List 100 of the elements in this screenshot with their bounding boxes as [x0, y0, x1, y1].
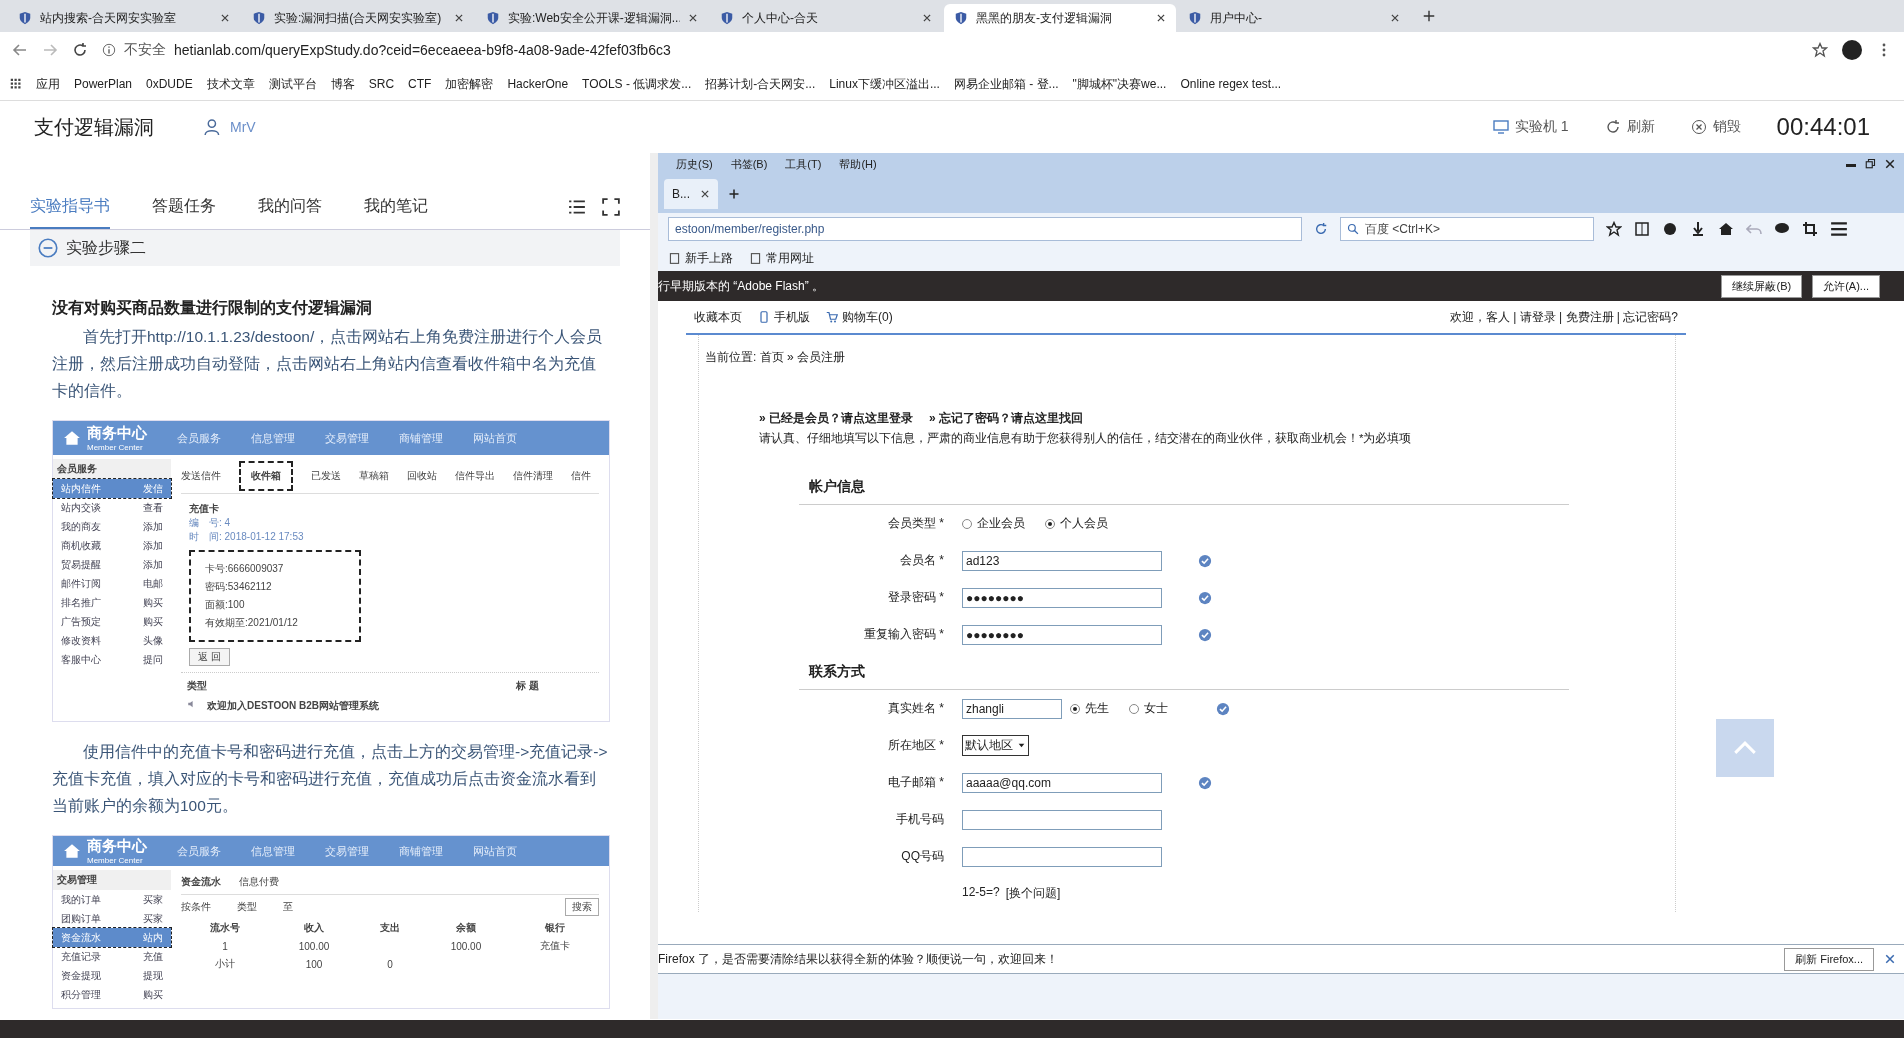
bookmark-item[interactable]: CTF	[408, 77, 432, 91]
step-title[interactable]: 实验步骤二	[66, 237, 146, 259]
browser-tab[interactable]: 个人中心-合天	[710, 4, 942, 32]
guide-tab[interactable]: 答题任务	[152, 185, 216, 229]
input-field[interactable]: zhangli	[962, 698, 1062, 719]
sidebar-item[interactable]: 排名推广 购买	[53, 593, 171, 612]
bookmark-item[interactable]: 技术文章	[206, 75, 255, 93]
sidebar-item[interactable]: 积分管理 购买	[53, 985, 171, 1004]
menu-item[interactable]: 书签(B)	[730, 156, 768, 172]
close-icon	[922, 13, 932, 23]
top-link[interactable]: 手机版	[758, 308, 810, 326]
field-label: 重复输入密码 *	[864, 627, 944, 641]
sidebar-item[interactable]: 资金提现 提现	[53, 966, 171, 985]
input-field[interactable]	[962, 809, 1162, 830]
refresh-firefox-button[interactable]: 刷新 Firefox...	[1784, 947, 1874, 971]
browser-tab[interactable]: 实验:Web安全公开课-逻辑漏洞...	[476, 4, 708, 32]
mail-tab[interactable]: 信件导出	[455, 469, 495, 483]
bookmark-item[interactable]: 常用网址	[749, 249, 814, 267]
menu-item[interactable]: 帮助(H)	[839, 156, 877, 172]
funds-tab[interactable]: 资金流水	[181, 875, 221, 889]
bookmark-item[interactable]: SRC	[368, 77, 395, 91]
sidebar-item[interactable]: 站内交谈 查看	[53, 498, 171, 517]
mail-tab[interactable]: 发送信件	[181, 469, 221, 483]
radio-label: 个人会员	[1060, 515, 1108, 532]
region-select[interactable]: 默认地区	[962, 735, 1029, 756]
bookmark-item[interactable]: 应用	[36, 75, 60, 93]
search-field[interactable]: 百度 <Ctrl+K>	[1340, 217, 1594, 241]
bookmark-item[interactable]: Online regex test...	[1180, 77, 1282, 91]
firefox-tab[interactable]: B...	[664, 179, 718, 209]
info-icon	[102, 43, 116, 57]
fullscreen-icon	[602, 198, 620, 216]
input-field[interactable]: aaaaa@qq.com	[962, 772, 1162, 793]
sidebar-item[interactable]: 邮件订阅 电邮	[53, 574, 171, 593]
back-button[interactable]: 返 回	[189, 648, 230, 666]
address-bar[interactable]: estoon/member/register.php	[668, 217, 1302, 241]
change-question-link[interactable]: [换个问题]	[1005, 885, 1061, 902]
reload-icon	[72, 42, 88, 58]
input-field[interactable]: ●●●●●●●●	[962, 624, 1162, 645]
bookmark-item[interactable]: HackerOne	[507, 77, 569, 91]
sidebar-item[interactable]: 充值记录 充值	[53, 947, 171, 966]
bookmark-item[interactable]: 网易企业邮箱 - 登...	[953, 75, 1059, 93]
mail-tab[interactable]: 信件清理	[513, 469, 553, 483]
column-header: 支出	[378, 921, 401, 935]
mail-tab[interactable]: 信件	[571, 469, 591, 483]
bookmark-item[interactable]: 测试平台	[268, 75, 317, 93]
lab-action[interactable]: 销毁	[1690, 118, 1741, 136]
bookmark-item[interactable]: 招募计划-合天网安...	[705, 75, 816, 93]
section-title: 帐户信息	[799, 474, 1569, 505]
reload-icon	[1314, 222, 1328, 236]
sidebar-item[interactable]: 我的订单 买家	[53, 890, 171, 909]
funds-tab[interactable]: 信息付费	[239, 875, 279, 889]
input-field[interactable]	[962, 846, 1162, 867]
bookmark-item[interactable]: 0xDUDE	[146, 77, 193, 91]
shield-icon	[954, 11, 968, 25]
browser-tab[interactable]: 用户中心-	[1178, 4, 1410, 32]
bookmark-item[interactable]: 博客	[330, 75, 355, 93]
member-link[interactable]: » 忘记了密码？请点这里找回	[929, 410, 1084, 427]
field-label: 真实姓名 *	[888, 701, 944, 715]
address-bar[interactable]: 不安全 hetianlab.com/queryExpStudy.do?ceid=6eceaeea-b9f8-4a08-9ade-42fef03fb6c3	[102, 36, 1798, 64]
member-link[interactable]: » 已经是会员？请点这里登录	[759, 410, 913, 427]
lab-action[interactable]: 实验机 1	[1492, 118, 1569, 136]
bookmark-item[interactable]: 加密解密	[445, 75, 494, 93]
table-cell: 0	[387, 958, 393, 970]
sidebar-item[interactable]: 修改资料 头像	[53, 631, 171, 650]
guide-tab[interactable]: 我的问答	[258, 185, 322, 229]
check-icon	[1198, 627, 1212, 642]
breadcrumb: 当前位置: 首页 » 会员注册	[704, 349, 846, 366]
search-button[interactable]: 搜索	[565, 898, 599, 916]
browser-tab[interactable]: 黑黑的朋友-支付逻辑漏洞	[944, 4, 1176, 32]
mail-tab[interactable]: 回收站	[407, 469, 437, 483]
letter-meta: 时 间: 2018-01-12 17:53	[189, 530, 305, 544]
guide-tab[interactable]: 我的笔记	[364, 185, 428, 229]
bookmark-item[interactable]: "脚城杯"决赛we...	[1072, 75, 1167, 93]
table-cell: 充值卡	[539, 940, 570, 951]
flash-button[interactable]: 继续屏蔽(B)	[1721, 274, 1803, 298]
menu-item[interactable]: 历史(S)	[676, 156, 713, 172]
input-field[interactable]: ad123	[962, 550, 1162, 571]
sidebar-item[interactable]: 客服中心 提问	[53, 650, 171, 669]
top-link[interactable]: 购物车(0)	[826, 308, 893, 326]
bookmark-item[interactable]: Linux下缓冲区溢出...	[829, 75, 940, 93]
bookmark-item[interactable]: TOOLS - 低调求发...	[582, 75, 692, 93]
menu-item[interactable]: 工具(T)	[785, 156, 822, 172]
lab-action[interactable]: 刷新	[1604, 118, 1655, 136]
sidebar-item[interactable]: 我的商友 添加	[53, 517, 171, 536]
mail-tab[interactable]: 收件箱	[239, 461, 293, 491]
sidebar-item[interactable]: 团购订单 买家	[53, 909, 171, 928]
input-field[interactable]: ●●●●●●●●	[962, 587, 1162, 608]
flash-button[interactable]: 允许(A)...	[1812, 274, 1880, 298]
top-link[interactable]: 收藏本页	[694, 308, 742, 326]
sidebar-item[interactable]: 商机收藏 添加	[53, 536, 171, 555]
mail-tab[interactable]: 已发送	[311, 469, 341, 483]
browser-tab[interactable]: 站内搜索-合天网安实验室	[8, 4, 240, 32]
bookmark-item[interactable]: 新手上路	[668, 249, 733, 267]
mail-tab[interactable]: 草稿箱	[359, 469, 389, 483]
bookmark-item[interactable]: PowerPlan	[74, 77, 133, 91]
new-tab-icon	[728, 188, 740, 200]
sidebar-item[interactable]: 贸易提醒 添加	[53, 555, 171, 574]
sidebar-item[interactable]: 广告预定 购买	[53, 612, 171, 631]
browser-tab[interactable]: 实验:漏洞扫描(合天网安实验室)	[242, 4, 474, 32]
forward-icon	[42, 42, 58, 58]
